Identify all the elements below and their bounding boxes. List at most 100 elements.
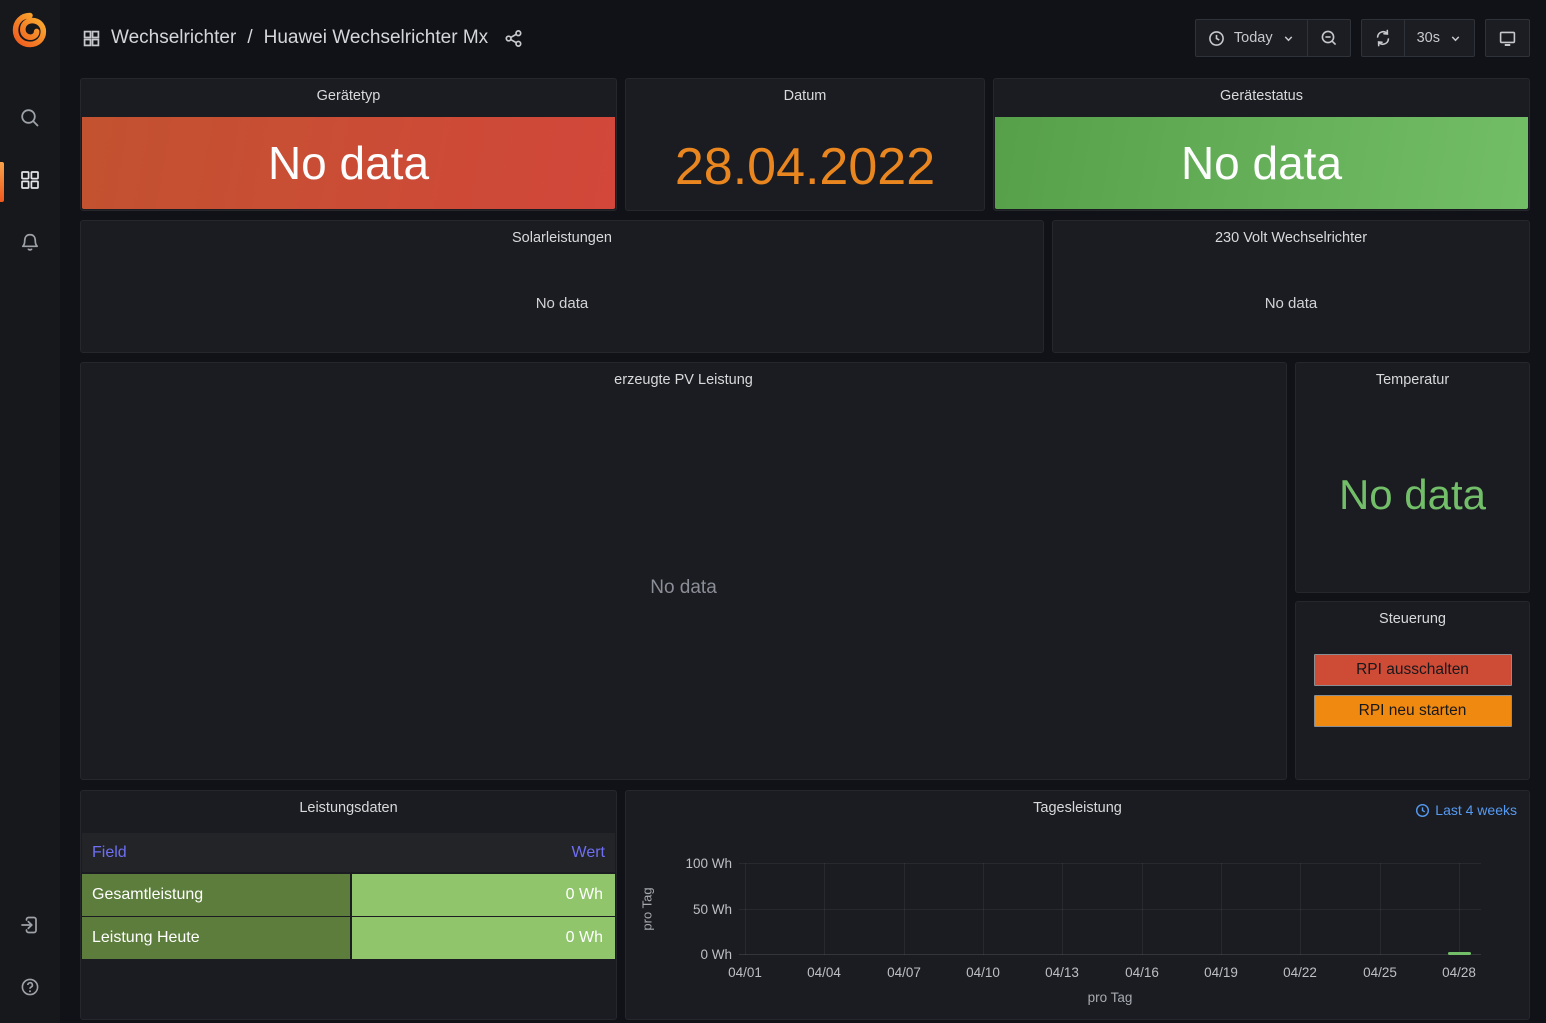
series-line-segment: [1448, 952, 1471, 955]
gridline-v: [904, 863, 905, 955]
panel-leistungsdaten: Leistungsdaten Field Wert Gesamtleistung…: [80, 790, 617, 1020]
sidebar-item-help[interactable]: [0, 969, 60, 1009]
panel-steuerung: Steuerung RPI ausschalten RPI neu starte…: [1295, 601, 1530, 780]
gridline-v: [1300, 863, 1301, 955]
gridline-v: [1221, 863, 1222, 955]
top-navigation-bar: Wechselrichter / Huawei Wechselrichter M…: [60, 0, 1546, 76]
field-cell: Leistung Heute: [82, 917, 350, 959]
x-tick-label: 04/28: [1427, 965, 1491, 980]
dashboard-grid-icon: [82, 29, 101, 48]
search-icon: [19, 107, 41, 134]
gridline-100: [739, 863, 1481, 864]
rpi-ausschalten-button[interactable]: RPI ausschalten: [1314, 654, 1512, 686]
panel-geraetetyp: Gerätetyp No data: [80, 78, 617, 211]
share-icon[interactable]: [504, 29, 523, 48]
value-cell: 0 Wh: [352, 917, 615, 959]
zoom-out-icon: [1320, 29, 1338, 47]
bell-icon: [19, 231, 41, 258]
x-tick-label: 04/22: [1268, 965, 1332, 980]
refresh-interval-label: 30s: [1417, 30, 1440, 46]
x-tick-label: 04/16: [1110, 965, 1174, 980]
sidebar-item-dashboards[interactable]: [0, 162, 60, 202]
refresh-interval-picker[interactable]: 30s: [1404, 20, 1474, 56]
y-axis-label: pro Tag: [640, 887, 655, 930]
panel-title[interactable]: erzeugte PV Leistung: [81, 363, 1286, 397]
date-value: 28.04.2022: [675, 137, 935, 197]
no-data-text: No data: [650, 577, 717, 599]
panel-title[interactable]: Leistungsdaten: [81, 791, 616, 825]
x-axis-line: [739, 954, 1481, 955]
dashboards-grid-icon: [19, 169, 41, 196]
breadcrumb-separator: /: [246, 27, 253, 49]
sidebar-item-sign-in[interactable]: [0, 907, 60, 947]
gridline-v: [1142, 863, 1143, 955]
refresh-button[interactable]: [1362, 20, 1404, 56]
panel-solarleistungen: Solarleistungen No data: [80, 220, 1044, 353]
panel-pv-leistung: erzeugte PV Leistung No data: [80, 362, 1287, 780]
panel-temperatur: Temperatur No data: [1295, 362, 1530, 593]
chevron-down-icon: [1282, 32, 1295, 45]
no-data-text: No data: [536, 295, 589, 312]
y-tick-label: 100 Wh: [662, 856, 732, 871]
table-row: Leistung Heute 0 Wh: [82, 917, 615, 959]
x-tick-label: 04/25: [1348, 965, 1412, 980]
field-cell: Gesamtleistung: [82, 874, 350, 916]
time-range-label: Today: [1234, 30, 1273, 46]
panel-title[interactable]: Tagesleistung: [626, 791, 1529, 825]
time-range-picker[interactable]: Today: [1196, 20, 1307, 56]
refresh-icon: [1374, 29, 1392, 47]
panel-title[interactable]: 230 Volt Wechselrichter: [1053, 221, 1529, 255]
panel-title[interactable]: Temperatur: [1296, 363, 1529, 397]
panel-tagesleistung: Tagesleistung Last 4 weeks 100 Wh 50 Wh …: [625, 790, 1530, 1020]
rpi-neu-starten-button[interactable]: RPI neu starten: [1314, 695, 1512, 727]
panel-title[interactable]: Gerätestatus: [994, 79, 1529, 113]
gridline-v: [1380, 863, 1381, 955]
column-header-wert[interactable]: Wert: [349, 833, 616, 872]
sidebar: [0, 0, 60, 1023]
table-header-row: Field Wert: [82, 833, 615, 872]
panel-230v-wechselrichter: 230 Volt Wechselrichter No data: [1052, 220, 1530, 353]
zoom-out-time-button[interactable]: [1307, 20, 1350, 56]
sign-in-icon: [19, 914, 41, 941]
clock-icon: [1208, 30, 1225, 47]
kiosk-mode-button[interactable]: [1486, 20, 1529, 56]
panel-title[interactable]: Solarleistungen: [81, 221, 1043, 255]
no-data-text: No data: [1339, 471, 1486, 519]
help-icon: [19, 976, 41, 1003]
y-tick-label: 0 Wh: [662, 947, 732, 962]
stat-value: No data: [1181, 136, 1342, 190]
x-axis-label: pro Tag: [739, 990, 1481, 1005]
x-tick-label: 04/10: [951, 965, 1015, 980]
x-tick-label: 04/19: [1189, 965, 1253, 980]
x-tick-label: 04/13: [1030, 965, 1094, 980]
gridline-v: [1062, 863, 1063, 955]
panel-geraetestatus: Gerätestatus No data: [993, 78, 1530, 211]
sidebar-item-search[interactable]: [0, 100, 60, 140]
gridline-v: [824, 863, 825, 955]
monitor-icon: [1498, 29, 1517, 48]
chevron-down-icon: [1449, 32, 1462, 45]
stat-background-red: No data: [82, 117, 615, 209]
breadcrumb: Wechselrichter / Huawei Wechselrichter M…: [82, 27, 523, 49]
panel-title[interactable]: Gerätetyp: [81, 79, 616, 113]
grafana-logo-icon[interactable]: [8, 8, 52, 52]
gridline-v: [745, 863, 746, 955]
breadcrumb-section[interactable]: Wechselrichter: [111, 27, 236, 49]
gridline-v: [1459, 863, 1460, 955]
panel-title[interactable]: Steuerung: [1296, 602, 1529, 636]
x-tick-label: 04/07: [872, 965, 936, 980]
no-data-text: No data: [1265, 295, 1318, 312]
value-cell: 0 Wh: [352, 874, 615, 916]
time-range-info-label: Last 4 weeks: [1435, 802, 1517, 818]
y-tick-label: 50 Wh: [662, 902, 732, 917]
sidebar-item-alerting[interactable]: [0, 224, 60, 264]
gridline-50: [739, 909, 1481, 910]
x-tick-label: 04/04: [792, 965, 856, 980]
clock-icon: [1415, 803, 1430, 818]
breadcrumb-page-title[interactable]: Huawei Wechselrichter Mx: [264, 27, 489, 49]
stat-background-green: No data: [995, 117, 1528, 209]
panel-title[interactable]: Datum: [626, 79, 984, 113]
dashboard-toolbar: Today: [1195, 19, 1530, 57]
column-header-field[interactable]: Field: [82, 833, 349, 872]
panel-datum: Datum 28.04.2022: [625, 78, 985, 211]
